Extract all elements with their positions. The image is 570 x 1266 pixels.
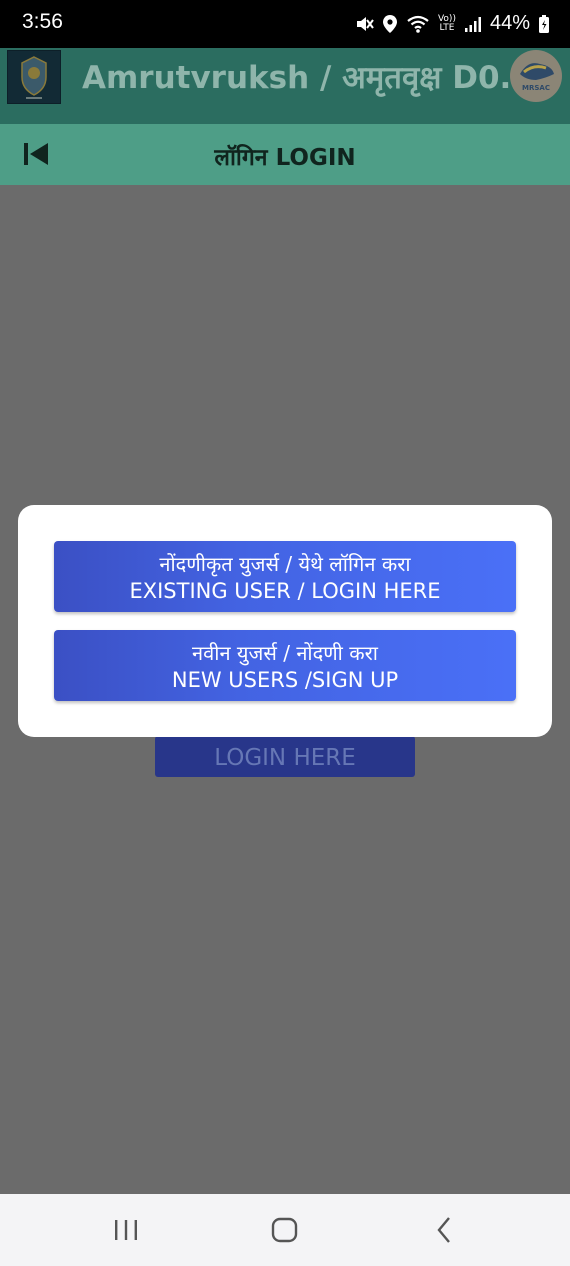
- login-choice-dialog: नोंदणीकृत युजर्स / येथे लॉगिन करा EXISTI…: [18, 505, 552, 737]
- department-emblem-logo: [7, 50, 61, 104]
- status-bar: 3:56 Vo)) LTE 44%: [0, 0, 570, 48]
- mrsac-logo: MRSAC: [510, 50, 562, 102]
- mute-icon: [354, 14, 374, 34]
- signal-icon: [464, 15, 482, 33]
- volte-icon: Vo)) LTE: [437, 13, 456, 33]
- status-time: 3:56: [22, 10, 63, 33]
- existing-user-login-button[interactable]: नोंदणीकृत युजर्स / येथे लॉगिन करा EXISTI…: [54, 541, 516, 612]
- system-nav-bar: [0, 1194, 570, 1266]
- home-icon[interactable]: [270, 1214, 300, 1250]
- sub-header: लॉगिन LOGIN: [0, 124, 570, 185]
- existing-user-label-marathi: नोंदणीकृत युजर्स / येथे लॉगिन करा: [159, 552, 411, 576]
- battery-icon: [538, 14, 550, 34]
- underlying-login-button: LOGIN HERE: [155, 736, 415, 777]
- status-icons: Vo)) LTE 44%: [354, 12, 550, 35]
- battery-percent: 44%: [489, 12, 530, 34]
- location-icon: [382, 14, 398, 34]
- wifi-icon: [406, 14, 430, 34]
- recent-apps-icon[interactable]: [112, 1214, 140, 1250]
- new-user-signup-button[interactable]: नवीन युजर्स / नोंदणी करा NEW USERS /SIGN…: [54, 630, 516, 701]
- mrsac-logo-text: MRSAC: [522, 84, 550, 92]
- page-title: लॉगिन LOGIN: [214, 145, 356, 171]
- new-user-label-english: NEW USERS /SIGN UP: [171, 668, 399, 692]
- app-bar: Amrutvruksh / अमृतवृक्ष D0.1 MRSAC: [0, 48, 570, 124]
- back-icon[interactable]: [432, 1214, 456, 1250]
- app-title: Amrutvruksh / अमृतवृक्ष D0.1: [82, 60, 533, 96]
- existing-user-label-english: EXISTING USER / LOGIN HERE: [129, 579, 441, 603]
- new-user-label-marathi: नवीन युजर्स / नोंदणी करा: [192, 641, 378, 665]
